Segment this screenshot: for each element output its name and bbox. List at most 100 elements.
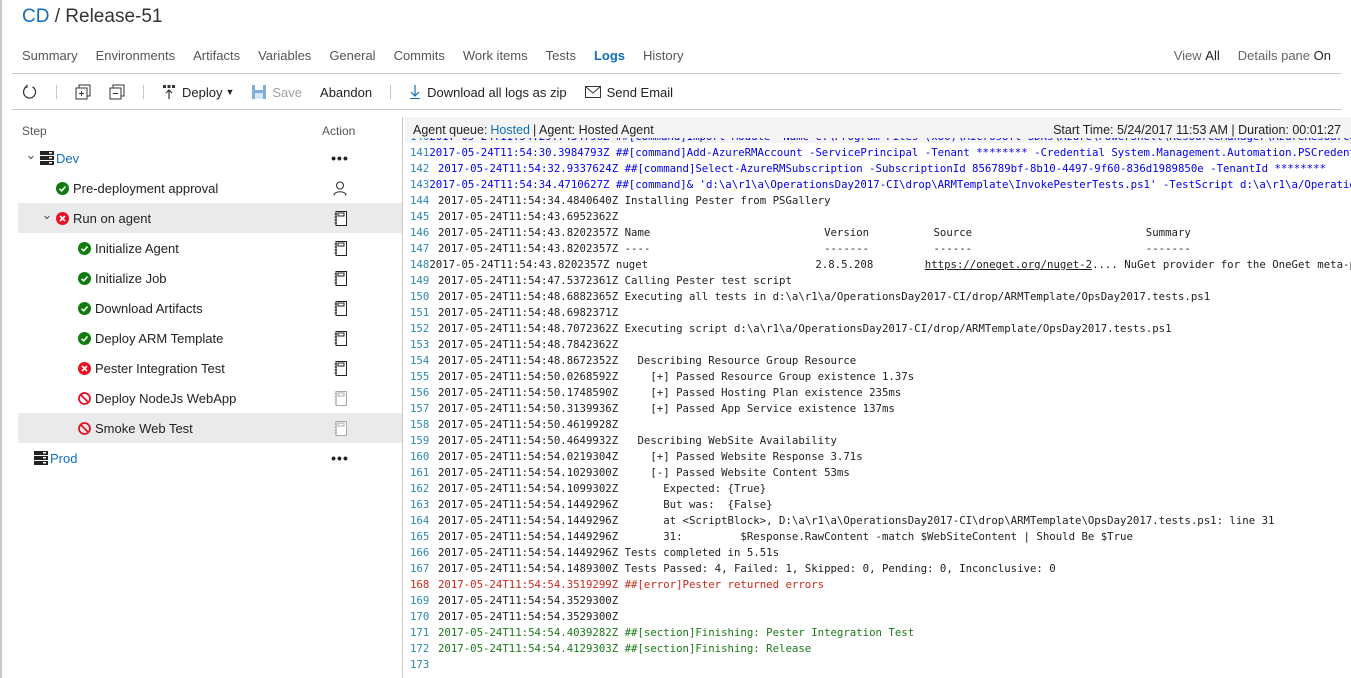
log-line: 161 2017-05-24T11:54:54.1029300Z [-] Pass… (410, 465, 1351, 481)
agent-queue-label: Agent queue: (413, 123, 488, 137)
download-logs-label: Download all logs as zip (427, 84, 567, 100)
tree-item-label[interactable]: Dev (56, 151, 79, 166)
tab-artifacts[interactable]: Artifacts (193, 48, 240, 63)
source-link[interactable]: https://oneget.org/nuget-2 (925, 258, 1092, 271)
send-email-button[interactable]: Send Email (584, 84, 674, 100)
deploy-icon (162, 85, 176, 99)
tab-commits[interactable]: Commits (394, 48, 445, 63)
approver-icon[interactable] (332, 180, 348, 196)
success-icon (78, 331, 91, 345)
tree-row-content: ⌄ Dev (24, 147, 80, 166)
log-line: 141 2017-05-24T11:54:30.3984793Z ##[comma… (410, 145, 1351, 161)
tab-variables[interactable]: Variables (258, 48, 311, 63)
agent-queue-link[interactable]: Hosted (490, 123, 530, 137)
details-pane-label: Details pane (1237, 48, 1311, 63)
log-line: 143 2017-05-24T11:54:34.4710627Z ##[comma… (410, 177, 1351, 193)
chevron-down-icon[interactable]: ⌄ (40, 207, 54, 223)
log-text: 2017-05-24T11:54:29.7434796Z ##[command]… (429, 138, 1351, 145)
more-actions-icon[interactable]: ••• (331, 151, 348, 165)
tab-environments[interactable]: Environments (96, 48, 175, 63)
skipped-icon (78, 391, 91, 405)
log-line: 142 2017-05-24T11:54:32.9337624Z ##[comma… (410, 161, 1351, 177)
refresh-button[interactable] (22, 84, 38, 100)
log-line: 172 2017-05-24T11:54:54.4129303Z ##[secti… (410, 641, 1351, 657)
log-icon[interactable] (332, 330, 348, 346)
log-text: 2017-05-24T11:54:43.8202357Z nuget 2.8.5… (429, 257, 1351, 273)
tree-step-row[interactable]: Initialize Job (18, 263, 402, 293)
breadcrumb-cd[interactable]: CD (22, 6, 49, 27)
tree-environment-row[interactable]: ⌄ Dev ••• (18, 143, 402, 173)
tab-general[interactable]: General (329, 48, 375, 63)
tree-step-row[interactable]: Download Artifacts (18, 293, 402, 323)
success-icon (78, 241, 91, 255)
tree-step-row[interactable]: Pester Integration Test (18, 353, 402, 383)
tree-step-row[interactable]: Deploy ARM Template (18, 323, 402, 353)
log-text: 2017-05-24T11:54:48.6982371Z (438, 306, 619, 319)
tree-step-row[interactable]: ⌄ Run on agent (18, 203, 402, 233)
tree-row-content: ⌄ Run on agent (40, 207, 152, 226)
log-icon[interactable] (332, 210, 348, 226)
expand-all-button[interactable] (75, 84, 91, 100)
line-number: 173 (410, 658, 430, 671)
line-number: 166 (410, 546, 430, 559)
more-actions-icon[interactable]: ••• (331, 451, 348, 465)
log-icon (332, 420, 348, 436)
line-number: 158 (410, 418, 430, 431)
log-icon[interactable] (332, 300, 348, 316)
tree-item-label[interactable]: Prod (50, 451, 77, 466)
log-icon[interactable] (332, 270, 348, 286)
tree-environment-row[interactable]: Prod ••• (18, 443, 402, 473)
download-logs-button[interactable]: Download all logs as zip (409, 84, 567, 100)
tab-logs[interactable]: Logs (594, 48, 625, 63)
tree-step-row[interactable]: Smoke Web Test (18, 413, 402, 443)
log-line: 155 2017-05-24T11:54:50.0268592Z [+] Pass… (410, 369, 1351, 385)
log-text: 2017-05-24T11:54:48.7842362Z (438, 338, 619, 351)
log-icon[interactable] (332, 360, 348, 376)
log-icon[interactable] (332, 240, 348, 256)
log-line: 150 2017-05-24T11:54:48.6882365Z Executin… (410, 289, 1351, 305)
line-number: 153 (410, 338, 430, 351)
send-email-label: Send Email (606, 84, 674, 100)
log-text: 2017-05-24T11:54:47.5372361Z Calling Pes… (438, 274, 792, 287)
log-line: 144 2017-05-24T11:54:34.4840640Z Installi… (410, 193, 1351, 209)
chevron-down-icon[interactable]: ⌄ (24, 147, 38, 163)
save-button[interactable]: Save (252, 85, 302, 100)
expand-all-icon (75, 84, 91, 100)
line-number: 143 (410, 178, 430, 191)
log-line: 169 2017-05-24T11:54:54.3529300Z (410, 593, 1351, 609)
details-pane-toggle[interactable]: Details pane On (1238, 48, 1331, 63)
save-icon (252, 85, 267, 99)
view-filter[interactable]: View All (1174, 48, 1220, 63)
collapse-all-button[interactable] (109, 84, 125, 100)
tree-item-label: Pre-deployment approval (73, 180, 219, 196)
release-tabs: Summary Environments Artifacts Variables… (22, 48, 701, 63)
tree-step-row[interactable]: Pre-deployment approval (18, 173, 402, 203)
environment-icon (34, 451, 48, 465)
log-line: 159 2017-05-24T11:54:50.4649932Z Describi… (410, 433, 1351, 449)
log-viewer[interactable]: 1402017-05-24T11:54:29.7434796Z ##[comma… (410, 138, 1351, 678)
log-line: 165 2017-05-24T11:54:54.1449296Z 31: $Res… (410, 529, 1351, 545)
tab-tests[interactable]: Tests (546, 48, 576, 63)
line-number: 165 (410, 530, 430, 543)
line-number: 169 (410, 594, 430, 607)
pane-splitter[interactable] (402, 117, 403, 678)
view-value: All (1205, 48, 1220, 63)
tree-item-label: Pester Integration Test (95, 360, 225, 376)
line-number: 149 (410, 274, 430, 287)
tab-history[interactable]: History (643, 48, 683, 63)
deploy-button[interactable]: Deploy ▼ (162, 85, 234, 100)
tree-step-row[interactable]: Initialize Agent (18, 233, 402, 263)
log-text: 2017-05-24T11:54:54.4039282Z ##[section]… (438, 626, 915, 639)
log-line: 146 2017-05-24T11:54:43.8202357Z Name Ver… (410, 225, 1351, 241)
line-number: 146 (410, 226, 430, 239)
tab-work-items[interactable]: Work items (463, 48, 528, 63)
log-line: 158 2017-05-24T11:54:50.4619928Z (410, 417, 1351, 433)
abandon-button[interactable]: Abandon (320, 85, 372, 100)
tree-item-label: Run on agent (73, 210, 152, 226)
tree-row-content: Prod (34, 451, 77, 466)
tree-step-row[interactable]: Deploy NodeJs WebApp (18, 383, 402, 413)
tab-summary[interactable]: Summary (22, 48, 78, 63)
log-line: 157 2017-05-24T11:54:50.3139936Z [+] Pass… (410, 401, 1351, 417)
log-text: 2017-05-24T11:54:54.4129303Z ##[section]… (438, 642, 812, 655)
line-number: 163 (410, 498, 430, 511)
